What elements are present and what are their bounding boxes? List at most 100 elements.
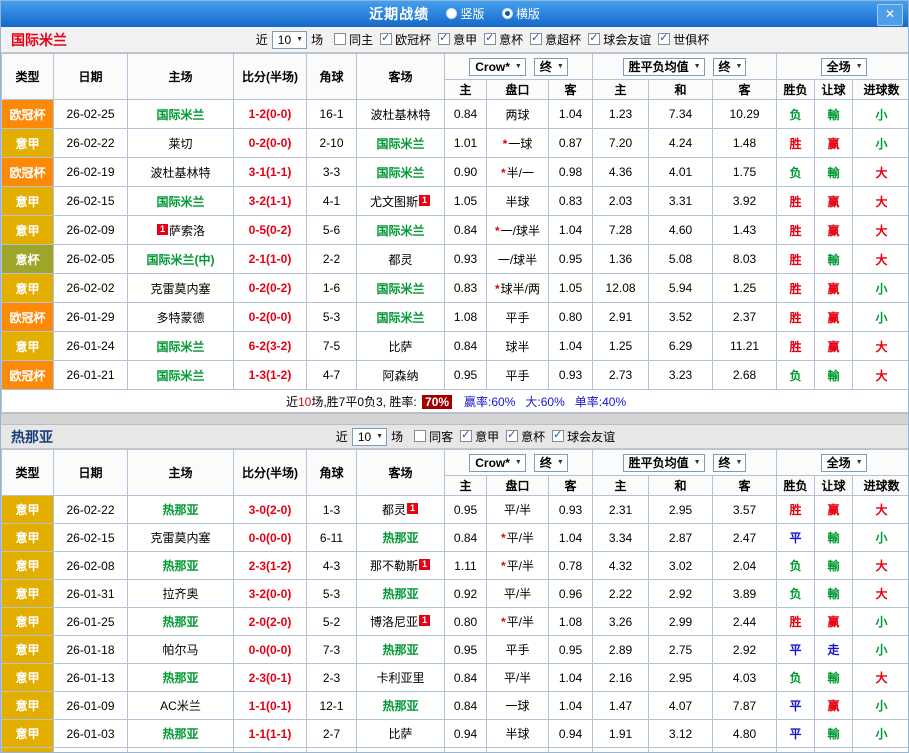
handicap-text: 平/半 bbox=[507, 559, 534, 573]
filter-option[interactable]: 同客 bbox=[414, 428, 453, 445]
result-handicap: 赢 bbox=[815, 332, 853, 361]
away-team: 比萨 bbox=[357, 720, 445, 748]
recent-results-window: 近期战绩 竖版 横版 ✕ 国际米兰 近 10 ▼ 场 同主欧冠杯意甲意杯意超杯球… bbox=[0, 0, 909, 753]
filter-option[interactable]: 意杯 bbox=[506, 428, 545, 445]
games-suffix: 场 bbox=[391, 428, 403, 445]
result-handicap: 走 bbox=[815, 636, 853, 664]
euro-odds-draw: 4.07 bbox=[649, 692, 713, 720]
team-name: 克雷莫内塞 bbox=[150, 531, 210, 545]
match-date: 26-01-31 bbox=[54, 580, 128, 608]
team-name: 热那亚 bbox=[382, 587, 418, 601]
team-name: 多特蒙德 bbox=[156, 311, 204, 325]
checkbox-icon[interactable] bbox=[552, 430, 564, 442]
match-type: 意甲 bbox=[2, 274, 54, 303]
checkbox-icon[interactable] bbox=[414, 430, 426, 442]
checkbox-icon[interactable] bbox=[658, 33, 670, 45]
euro-odds-home: 1.91 bbox=[593, 720, 649, 748]
odds-company-dropdown[interactable]: Crow*▼ bbox=[469, 454, 526, 472]
checkbox-icon[interactable] bbox=[484, 33, 496, 45]
away-team: 阿森纳 bbox=[357, 361, 445, 390]
filter-label: 欧冠杯 bbox=[395, 31, 431, 48]
chevron-down-icon: ▼ bbox=[694, 60, 701, 74]
layout-vertical-radio[interactable]: 竖版 bbox=[446, 5, 484, 22]
handicap-text: 平/半 bbox=[504, 503, 531, 517]
header-row-1: 类型日期主场比分(半场)角球客场Crow*▼终▼胜平负均值▼终▼全场▼ bbox=[2, 450, 909, 476]
checkbox-icon[interactable] bbox=[530, 33, 542, 45]
match-type: 意甲 bbox=[2, 552, 54, 580]
checkbox-icon[interactable] bbox=[506, 430, 518, 442]
column-header: 比分(半场) bbox=[234, 54, 307, 100]
match-score: 2-3(1-2) bbox=[234, 552, 307, 580]
asian-handicap: 一/球半 bbox=[487, 245, 549, 274]
asian-home-odds: 0.84 bbox=[445, 524, 487, 552]
match-date: 26-02-15 bbox=[54, 524, 128, 552]
filter-option[interactable]: 欧冠杯 bbox=[380, 31, 431, 48]
home-team: 国际米兰 bbox=[128, 187, 234, 216]
match-score: 3-0(2-0) bbox=[234, 496, 307, 524]
match-type: 意甲 bbox=[2, 524, 54, 552]
match-type: 意甲 bbox=[2, 496, 54, 524]
column-subheader: 胜负 bbox=[777, 80, 815, 100]
redcard-badge: 1 bbox=[419, 559, 430, 570]
filter-option[interactable]: 球会友谊 bbox=[552, 428, 615, 445]
odds-company-dropdown[interactable]: 终▼ bbox=[534, 58, 568, 76]
result-goals: 小 bbox=[853, 524, 909, 552]
games-count-dropdown[interactable]: 10 ▼ bbox=[272, 31, 307, 49]
result-goals: 大 bbox=[853, 664, 909, 692]
table-row: 意甲26-01-31拉齐奥3-2(0-0)5-3热那亚0.92平/半0.962.… bbox=[2, 580, 909, 608]
asian-handicap: 平/半 bbox=[487, 496, 549, 524]
radio-icon-selected[interactable] bbox=[502, 8, 513, 19]
odds-company-dropdown[interactable]: Crow*▼ bbox=[469, 58, 526, 76]
table-row: 意甲26-01-09AC米兰1-1(0-1)12-1热那亚0.84一球1.041… bbox=[2, 692, 909, 720]
checkbox-icon[interactable] bbox=[460, 430, 472, 442]
match-score: 3-1(3-0) bbox=[234, 748, 307, 753]
result-outcome: 负 bbox=[777, 552, 815, 580]
odds-company-dropdown[interactable]: 全场▼ bbox=[821, 58, 867, 76]
checkbox-icon[interactable] bbox=[334, 33, 346, 45]
home-team: 国际米兰 bbox=[128, 332, 234, 361]
filter-option[interactable]: 意甲 bbox=[460, 428, 499, 445]
checkbox-icon[interactable] bbox=[438, 33, 450, 45]
odds-company-dropdown[interactable]: 胜平负均值▼ bbox=[623, 454, 705, 472]
radio-icon[interactable] bbox=[446, 8, 457, 19]
filter-option[interactable]: 意杯 bbox=[484, 31, 523, 48]
asian-home-odds: 1.11 bbox=[445, 552, 487, 580]
games-count-value: 10 bbox=[358, 430, 371, 444]
layout-horizontal-radio[interactable]: 横版 bbox=[502, 5, 540, 22]
filter-option[interactable]: 意超杯 bbox=[530, 31, 581, 48]
column-header: 类型 bbox=[2, 54, 54, 100]
close-icon[interactable]: ✕ bbox=[877, 4, 903, 26]
team-name: 国际米兰 bbox=[376, 311, 424, 325]
odds-company-dropdown[interactable]: 胜平负均值▼ bbox=[623, 58, 705, 76]
column-subheader: 让球 bbox=[815, 80, 853, 100]
column-header: 比分(半场) bbox=[234, 450, 307, 496]
column-header: 角球 bbox=[307, 54, 357, 100]
filter-option[interactable]: 世俱杯 bbox=[658, 31, 709, 48]
games-count-dropdown[interactable]: 10 ▼ bbox=[352, 428, 387, 446]
checkbox-icon[interactable] bbox=[588, 33, 600, 45]
filter-option[interactable]: 同主 bbox=[334, 31, 373, 48]
asian-away-odds: 0.95 bbox=[549, 636, 593, 664]
filter-option[interactable]: 意甲 bbox=[438, 31, 477, 48]
asian-home-odds: 0.94 bbox=[445, 720, 487, 748]
home-team: 克雷莫内塞 bbox=[128, 274, 234, 303]
team-name: 热那亚 bbox=[162, 615, 198, 629]
column-subheader: 主 bbox=[593, 80, 649, 100]
result-goals: 大 bbox=[853, 748, 909, 753]
filter-option[interactable]: 球会友谊 bbox=[588, 31, 651, 48]
odds-company-dropdown[interactable]: 终▼ bbox=[534, 454, 568, 472]
filter-list: 同主 欧冠杯意甲意杯意超杯球会友谊世俱杯 bbox=[327, 31, 709, 49]
column-subheader: 让球 bbox=[815, 476, 853, 496]
team-name: 国际米兰 bbox=[376, 166, 424, 180]
asian-away-odds: 0.93 bbox=[549, 361, 593, 390]
favorite-star: * bbox=[495, 282, 500, 296]
odds-company-dropdown[interactable]: 终▼ bbox=[713, 454, 747, 472]
odds-company-dropdown[interactable]: 全场▼ bbox=[821, 454, 867, 472]
asian-away-odds: 0.95 bbox=[549, 245, 593, 274]
result-handicap: 輸 bbox=[815, 245, 853, 274]
match-score: 1-1(1-1) bbox=[234, 720, 307, 748]
odds-company-dropdown[interactable]: 终▼ bbox=[713, 58, 747, 76]
match-type: 意甲 bbox=[2, 748, 54, 753]
euro-odds-away: 7.87 bbox=[713, 692, 777, 720]
checkbox-icon[interactable] bbox=[380, 33, 392, 45]
